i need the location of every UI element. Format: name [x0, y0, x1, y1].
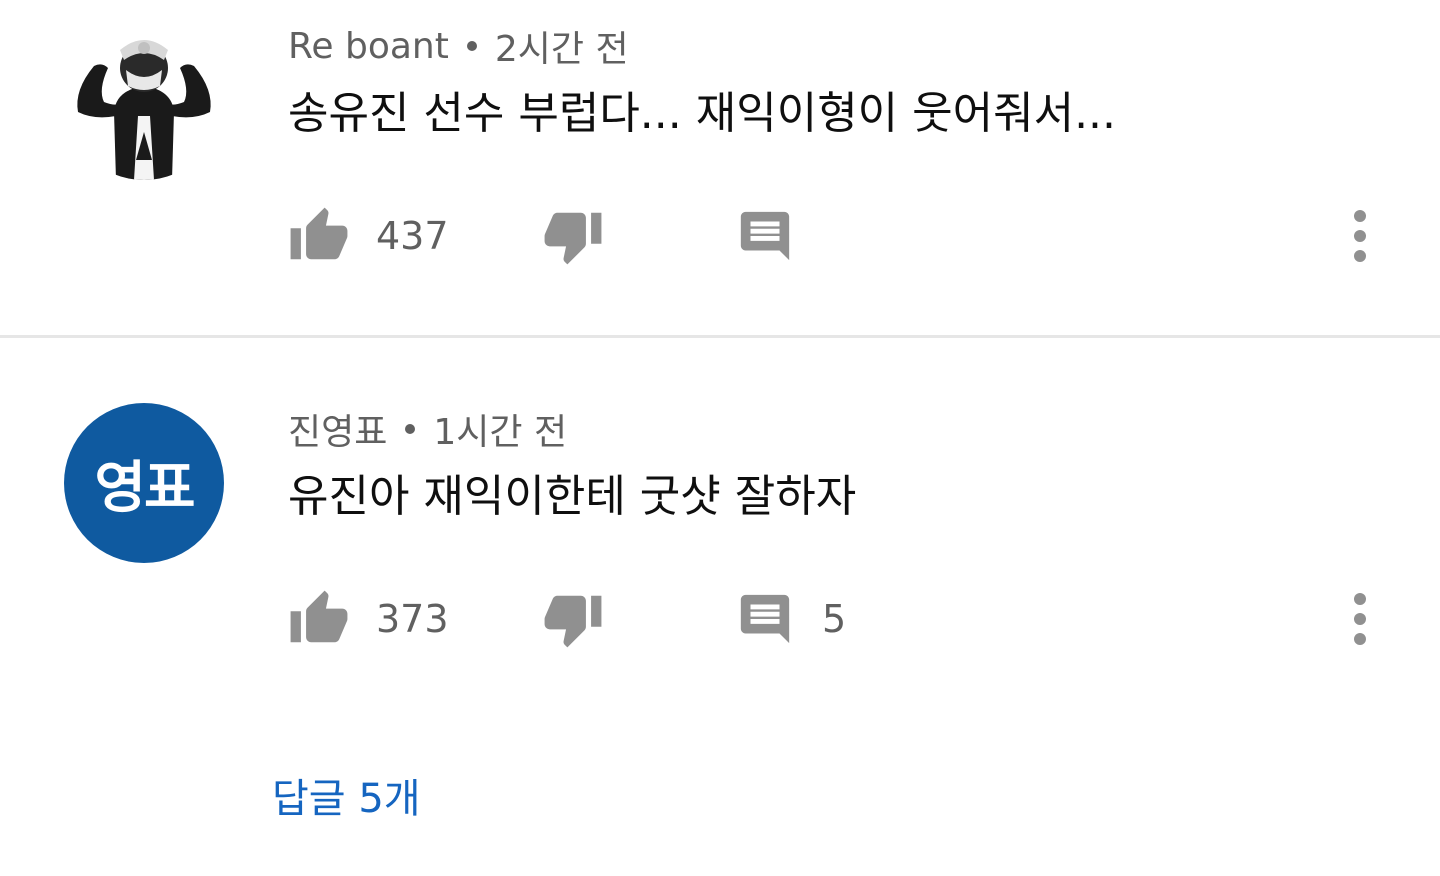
avatar[interactable] — [64, 20, 224, 180]
dislike-button[interactable] — [542, 196, 612, 276]
comment-meta: Re boant 2시간 전 — [288, 20, 629, 72]
avatar[interactable]: 영표 — [64, 403, 224, 563]
author-name[interactable]: Re boant — [288, 26, 449, 67]
separator-dot — [405, 424, 416, 434]
reply-button[interactable] — [736, 579, 800, 659]
hooded-figure-avatar-icon — [64, 20, 224, 180]
more-vert-icon — [1354, 593, 1366, 645]
author-name[interactable]: 진영표 — [288, 403, 387, 455]
comment-actions: 373 5 — [288, 579, 1408, 659]
like-count: 373 — [376, 597, 449, 641]
comment-time: 1시간 전 — [433, 412, 568, 453]
reply-count: 5 — [822, 597, 847, 641]
more-vert-icon — [1354, 210, 1366, 262]
view-replies-link[interactable]: 답글 5개 — [272, 769, 421, 829]
comment-text: 유진아 재익이한테 굿샷 잘하자 — [288, 471, 857, 522]
dislike-button[interactable] — [542, 579, 612, 659]
thumb-down-icon — [544, 595, 602, 648]
like-count: 437 — [376, 214, 449, 258]
comment-meta: 진영표 1시간 전 — [288, 403, 567, 455]
like-button[interactable] — [288, 196, 358, 276]
reply-button[interactable] — [736, 196, 800, 276]
more-options-button[interactable] — [1352, 579, 1382, 659]
like-button[interactable] — [288, 579, 358, 659]
thumb-up-icon — [290, 590, 348, 643]
comment-item: Re boant 2시간 전 송유진 선수 부럽다... 재익이형이 웃어줘서.… — [0, 0, 1440, 336]
comment-item: 영표 진영표 1시간 전 유진아 재익이한테 굿샷 잘하자 373 5 답글 5… — [0, 339, 1440, 876]
comment-icon — [740, 211, 790, 261]
separator-dot — [466, 41, 477, 51]
thumb-up-icon — [290, 207, 348, 260]
comment-text: 송유진 선수 부럽다... 재익이형이 웃어줘서... — [288, 88, 1117, 139]
comment-actions: 437 — [288, 196, 1408, 276]
more-options-button[interactable] — [1352, 196, 1382, 276]
divider — [0, 335, 1440, 338]
comment-time: 2시간 전 — [494, 29, 629, 70]
comment-icon — [740, 594, 790, 644]
avatar-initials: 영표 — [94, 455, 195, 521]
thumb-down-icon — [544, 212, 602, 265]
